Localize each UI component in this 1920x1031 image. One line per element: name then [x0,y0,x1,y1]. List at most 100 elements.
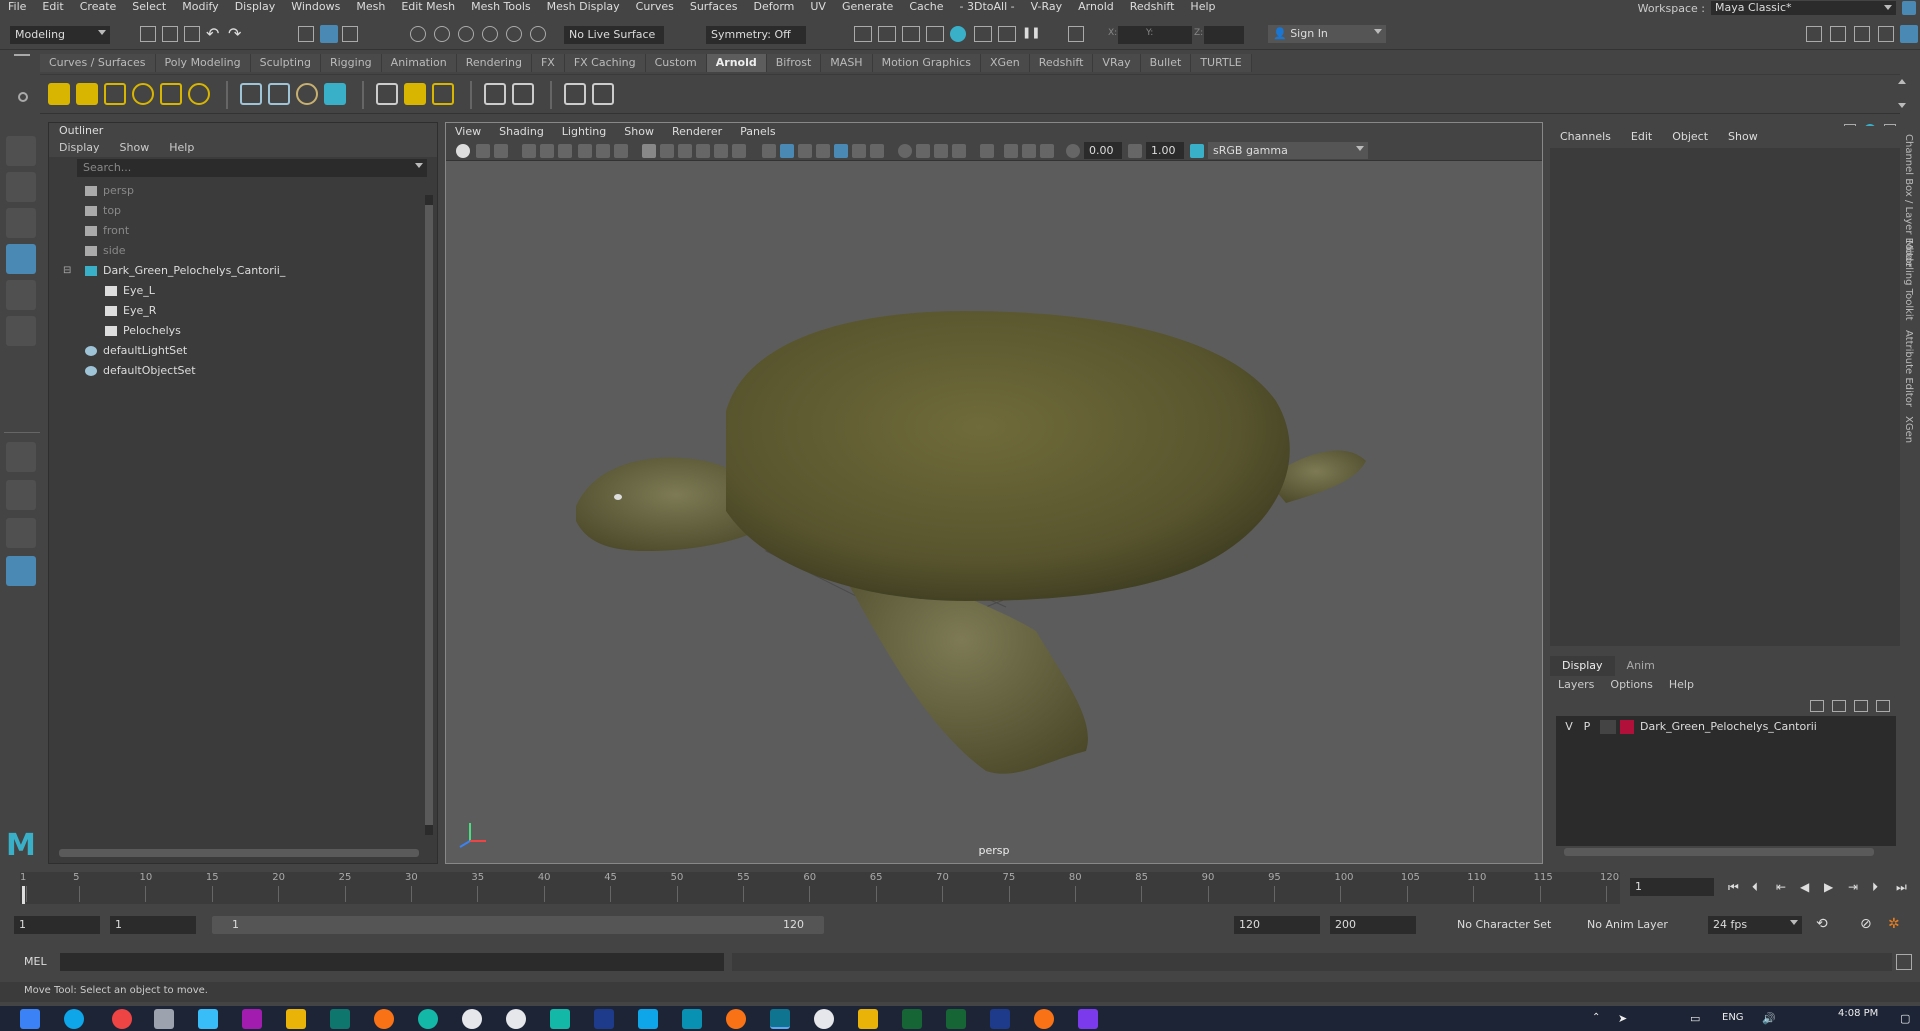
menu-display[interactable]: Display [227,0,284,14]
chrome-icon[interactable] [112,1009,132,1029]
symmetry-dropdown[interactable]: Symmetry: Off [706,26,806,44]
curve-collector-icon[interactable] [296,83,318,105]
scale-tool-icon[interactable] [6,316,36,346]
viewport-menu-view[interactable]: View [446,123,490,141]
shelf-tab-redshift[interactable]: Redshift [1029,54,1094,72]
panel-layout-icon[interactable] [1004,144,1018,158]
camera-lock-icon[interactable] [494,144,508,158]
area-light-icon[interactable] [48,83,70,105]
attribute-editor-icon[interactable] [1830,26,1846,42]
notifications-icon[interactable]: ▢ [1900,1012,1910,1025]
lasso-tool-icon[interactable] [6,172,36,202]
open-scene-icon[interactable] [162,26,178,42]
hud-icon[interactable] [732,144,746,158]
shelf-tab-turtle[interactable]: TURTLE [1191,54,1252,72]
outliner-item[interactable]: Eye_L [49,281,437,301]
menu-v-ray[interactable]: V-Ray [1023,0,1071,14]
animation-end-field[interactable]: 200 [1330,916,1416,934]
outliner-item[interactable]: top [49,201,437,221]
save-scene-icon[interactable] [184,26,200,42]
shelf-tab-poly-modeling[interactable]: Poly Modeling [155,54,251,72]
xray-icon[interactable] [762,144,776,158]
render-frame-icon[interactable] [854,26,872,42]
painter-icon[interactable] [902,1009,922,1029]
outliner-menu-help[interactable]: Help [159,139,204,157]
gate-mask-icon[interactable] [596,144,610,158]
layer-editor-icon[interactable] [1900,25,1918,43]
telegram-icon[interactable]: ➤ [1618,1012,1627,1025]
single-pane-layout-icon[interactable] [6,442,36,472]
obs-2-icon[interactable] [506,1009,526,1029]
menu-uv[interactable]: UV [802,0,834,14]
range-slider-bar[interactable]: 1 120 [212,916,824,934]
language-indicator[interactable]: ENG [1722,1012,1744,1023]
new-scene-icon[interactable] [140,26,156,42]
outliner-item[interactable]: defaultObjectSet [49,361,437,381]
new-layer-selected-icon[interactable] [1876,700,1890,712]
bookmark-icon[interactable] [522,144,536,158]
physical-sky-icon[interactable] [188,83,210,105]
script-language-label[interactable]: MEL [24,955,47,968]
gamma-field[interactable]: 1.00 [1146,142,1184,159]
channel-menu-show[interactable]: Show [1718,126,1768,148]
image-plane-icon[interactable] [540,144,554,158]
viewport-menu-shading[interactable]: Shading [490,123,553,141]
settings-icon[interactable] [1902,1,1916,15]
layer-tab-anim[interactable]: Anim [1615,656,1667,676]
render-tool-icon[interactable] [998,26,1016,42]
cinema-icon[interactable] [550,1009,570,1029]
channel-menu-edit[interactable]: Edit [1621,126,1662,148]
viewport-menu-lighting[interactable]: Lighting [553,123,615,141]
camera-select-icon[interactable] [476,144,490,158]
film-gate-icon[interactable] [558,144,572,158]
outliner-vscrollbar[interactable] [425,195,433,835]
shelf-tab-vray[interactable]: VRay [1093,54,1141,72]
panel-layout2-icon[interactable] [1022,144,1036,158]
maya-taskbar-icon[interactable] [770,1009,790,1029]
outliner-item[interactable]: persp [49,181,437,201]
menu-redshift[interactable]: Redshift [1122,0,1183,14]
layer-color-swatch[interactable] [1620,720,1634,734]
channel-menu-channels[interactable]: Channels [1550,126,1621,148]
playback-start-field[interactable]: 1 [110,916,196,934]
outliner-menu-show[interactable]: Show [110,139,160,157]
move-layer-down-icon[interactable] [1832,700,1846,712]
outliner-layout-icon[interactable] [6,556,36,586]
shelf-tab-custom[interactable]: Custom [645,54,707,72]
shelf-tab-mash[interactable]: MASH [821,54,873,72]
tx-manager-icon[interactable] [484,83,506,105]
menu-modify[interactable]: Modify [174,0,226,14]
color-space-dropdown[interactable]: sRGB gamma [1208,142,1368,159]
menu-generate[interactable]: Generate [834,0,901,14]
viewport-menu-panels[interactable]: Panels [731,123,784,141]
snap-curve-icon[interactable] [434,26,450,42]
render-view-eye-icon[interactable] [564,83,586,105]
shelf-settings-icon[interactable] [18,92,28,102]
z-field[interactable] [1204,26,1244,44]
script-editor-icon[interactable] [1896,954,1912,970]
designer-icon[interactable] [946,1009,966,1029]
layer-menu-help[interactable]: Help [1661,676,1702,694]
substance-icon[interactable] [418,1009,438,1029]
outliner-hscrollbar[interactable] [59,849,419,857]
layer-menu-layers[interactable]: Layers [1550,676,1602,694]
move-tool-icon[interactable] [6,244,36,274]
layer-type-toggle[interactable] [1600,720,1616,734]
redo-icon[interactable]: ↷ [228,24,241,43]
menu-arnold[interactable]: Arnold [1070,0,1122,14]
current-time-indicator[interactable] [22,886,25,904]
standin-icon[interactable] [240,83,262,105]
paint-select-tool-icon[interactable] [6,208,36,238]
side-tab-modeling-toolkit[interactable]: Modeling Toolkit [1903,240,1914,321]
go-to-end-icon[interactable]: ⏭ [1896,880,1907,895]
outliner-item[interactable]: Eye_R [49,301,437,321]
arnold-render-view-icon[interactable] [950,26,966,42]
auto-key-icon[interactable]: ⊘ [1860,916,1872,932]
tray-chevron-icon[interactable]: ⌃ [1592,1012,1600,1023]
command-input[interactable] [60,953,724,971]
exposure-icon[interactable] [1066,144,1080,158]
3ds-icon[interactable] [638,1009,658,1029]
shelf-tab-fx[interactable]: FX [531,54,565,72]
outliner-item[interactable]: defaultLightSet [49,341,437,361]
flush-texture-icon[interactable] [376,83,398,105]
